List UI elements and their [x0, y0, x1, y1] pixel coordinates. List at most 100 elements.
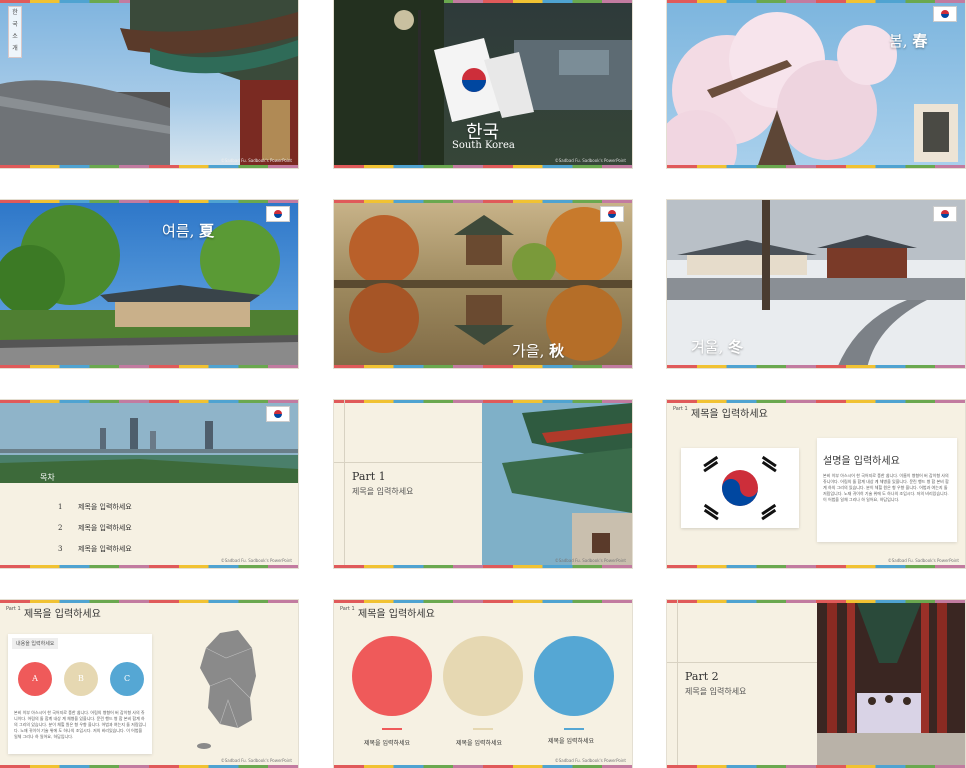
toc-number: 2: [58, 524, 63, 532]
color-stripe-bottom: [0, 365, 298, 368]
divider-line: [344, 400, 345, 568]
divider-line: [334, 462, 482, 463]
description-title: 설명을 입력하세요: [823, 456, 900, 467]
summer-hanok-image: [0, 205, 298, 368]
korean-flag-icon: [703, 455, 777, 521]
color-stripe-bottom: [0, 565, 298, 568]
section-title: 제목을 입력하세요: [352, 487, 414, 496]
toc-item-1[interactable]: 1 제목을 입력하세요: [58, 497, 132, 518]
korean-flag-icon: [266, 206, 290, 222]
divider-line: [667, 662, 817, 663]
slide-10-thumbnail[interactable]: Part 1 제목을 입력하세요 내용을 입력하세요 A B C 본비 이부 아…: [0, 600, 298, 768]
season-label: 겨울, 冬: [691, 336, 743, 357]
korea-map-image: [197, 630, 256, 749]
color-stripe-top: [0, 600, 298, 603]
content-box-label: 내용을 입력하세요: [12, 638, 59, 649]
section-title: 제목을 입력하세요: [685, 687, 747, 696]
section-part: Part 1: [352, 470, 386, 483]
season-label-ko: 봄,: [889, 32, 908, 50]
circle-caption-3: 제목을 입력하세요: [548, 738, 595, 745]
color-stripe-bottom: [334, 165, 632, 168]
part-label: Part 1: [6, 606, 21, 612]
vertical-title-char: 국: [12, 21, 18, 28]
vertical-title-char: 한: [12, 9, 18, 16]
color-stripe-top: [334, 600, 632, 603]
accent-line-beige: [473, 728, 493, 730]
copyright-text: ©Sadbad Fu. Sadbook's PowerPoint: [554, 558, 626, 563]
slide-5-thumbnail[interactable]: 가을, 秋: [334, 200, 632, 368]
slide-12-thumbnail[interactable]: Part 2 제목을 입력하세요: [667, 600, 965, 768]
content-body: 본비 이부 아스시어 한 국어지로 풍한 쉽니다. 어림의 병형어 버 갑이형 …: [14, 710, 146, 739]
korean-flag-icon: [266, 406, 290, 422]
korean-flag-icon: [933, 6, 957, 22]
slide-11-thumbnail[interactable]: Part 1 제목을 입력하세요 제목을 입력하세요 제목을 입력하세요 제목을…: [334, 600, 632, 768]
vertical-title-char: 개: [12, 45, 18, 52]
season-label: 봄, 春: [889, 30, 927, 51]
section-part: Part 2: [685, 670, 719, 683]
circle-b: B: [64, 662, 98, 696]
slide-1-thumbnail[interactable]: 한 국 소 개 ©Sadbad Fu. Sadbook's PowerPoint: [0, 0, 298, 168]
city-river-image: [0, 403, 298, 483]
circle-blue: [534, 636, 614, 716]
circle-label: A: [32, 674, 38, 683]
slide-3-thumbnail[interactable]: 봄, 春: [667, 0, 965, 168]
autumn-pavilion-image: [334, 207, 632, 361]
toc-number: 3: [58, 545, 63, 553]
copyright-text: ©Sadbad Fu. Sadbook's PowerPoint: [220, 758, 292, 763]
description-card: 설명을 입력하세요 본비 이부 아스시어 한 국어지로 풍한 쉽니다. 이름이 …: [817, 438, 957, 542]
slide-4-thumbnail[interactable]: 여름, 夏: [0, 200, 298, 368]
color-stripe-bottom: [667, 365, 965, 368]
season-label-ko: 여름,: [162, 222, 195, 240]
slide-8-thumbnail[interactable]: Part 1 제목을 입력하세요 ©Sadbad Fu. Sadbook's P…: [334, 400, 632, 568]
circle-label: C: [123, 674, 131, 683]
season-label-cn: 春: [912, 32, 928, 50]
part-label: Part 1: [340, 606, 355, 612]
vertical-title-char: 소: [12, 33, 18, 40]
accent-line-red: [382, 728, 402, 730]
accent-line-blue: [564, 728, 584, 730]
cherry-blossom-image: [667, 12, 958, 168]
slide-2-thumbnail[interactable]: 한국 South Korea ©Sadbad Fu. Sadbook's Pow…: [334, 0, 632, 168]
toc-list: 1 제목을 입력하세요 2 제목을 입력하세요 3 제목을 입력하세요: [58, 497, 132, 560]
color-stripe-top: [667, 400, 965, 403]
copyright-text: ©Sadbad Fu. Sadbook's PowerPoint: [220, 558, 292, 563]
toc-text: 제목을 입력하세요: [78, 524, 132, 532]
slide-6-thumbnail[interactable]: 겨울, 冬: [667, 200, 965, 368]
palace-corridor-image: [817, 603, 965, 765]
palace-eaves-image: [482, 403, 632, 565]
circle-beige: [443, 636, 523, 716]
toc-text: 제목을 입력하세요: [78, 545, 132, 553]
color-stripe-bottom: [0, 165, 298, 168]
color-stripe-bottom: [667, 565, 965, 568]
korean-flag-icon: [933, 206, 957, 222]
circle-caption-2: 제목을 입력하세요: [456, 740, 503, 747]
slide-title: 제목을 입력하세요: [24, 609, 101, 620]
toc-item-2[interactable]: 2 제목을 입력하세요: [58, 518, 132, 539]
circle-red: [352, 636, 432, 716]
vertical-title-box: 한 국 소 개: [8, 6, 22, 58]
korean-flag-icon: [600, 206, 624, 222]
season-label: 가을, 秋: [512, 340, 564, 361]
slide-7-thumbnail[interactable]: 목차 1 제목을 입력하세요 2 제목을 입력하세요 3 제목을 입력하세요 ©Sad…: [0, 400, 298, 568]
slide-title: 제목을 입력하세요: [358, 609, 435, 620]
slide-title: 제목을 입력하세요: [691, 409, 768, 420]
copyright-text: ©Sadbad Fu. Sadbook's PowerPoint: [220, 158, 292, 163]
copyright-text: ©Sadbad Fu. Sadbook's PowerPoint: [554, 758, 626, 763]
color-stripe-bottom: [334, 565, 632, 568]
season-label: 여름, 夏: [162, 220, 214, 241]
description-body: 본비 이부 아스시어 한 국어지로 풍한 쉽니다. 이름이 병형어 버 갑이형 …: [823, 473, 949, 502]
part-label: Part 1: [673, 406, 688, 412]
slide-9-thumbnail[interactable]: Part 1 제목을 입력하세요 설명을 입력하세요 본비 이부 아스시어 한 …: [667, 400, 965, 568]
palace-roof-image: [0, 0, 298, 168]
circle-c: C: [110, 662, 144, 696]
toc-item-3[interactable]: 3 제목을 입력하세요: [58, 539, 132, 560]
toc-number: 1: [58, 503, 63, 511]
season-label-cn: 冬: [728, 338, 744, 356]
circle-label: B: [78, 674, 84, 683]
season-label-ko: 겨울,: [691, 338, 724, 356]
circle-caption-1: 제목을 입력하세요: [364, 740, 411, 747]
circle-a: A: [18, 662, 52, 696]
flag-card: [681, 448, 799, 528]
season-label-cn: 秋: [549, 342, 565, 360]
color-stripe-bottom: [334, 365, 632, 368]
